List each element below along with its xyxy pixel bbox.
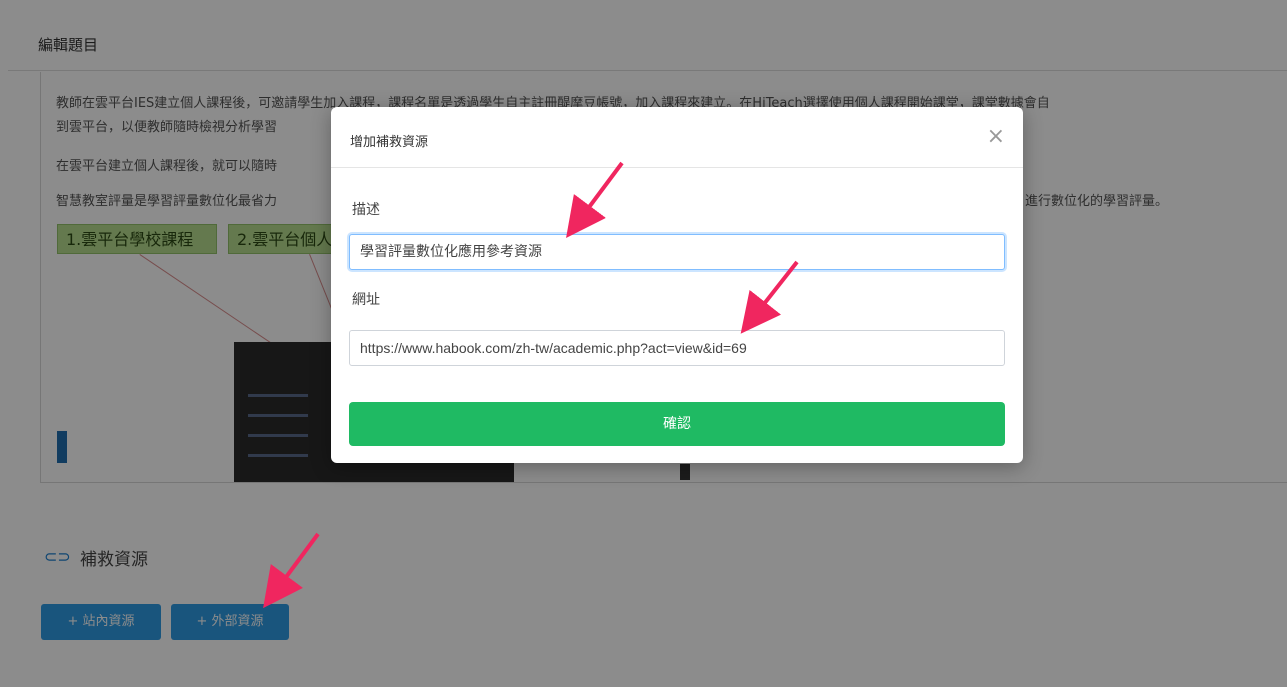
url-input[interactable]: https://www.habook.com/zh-tw/academic.ph… bbox=[349, 330, 1005, 366]
confirm-button[interactable]: 確認 bbox=[349, 402, 1005, 446]
dialog-title: 增加補救資源 bbox=[350, 135, 429, 150]
dialog-header: 增加補救資源 × bbox=[331, 107, 1023, 168]
add-remedial-resource-dialog: 增加補救資源 × 描述 學習評量數位化應用參考資源 網址 https://www… bbox=[331, 107, 1023, 463]
url-label: 網址 bbox=[352, 292, 380, 308]
close-icon[interactable]: × bbox=[987, 124, 1005, 149]
description-label: 描述 bbox=[352, 202, 380, 218]
description-input[interactable]: 學習評量數位化應用參考資源 bbox=[349, 234, 1005, 270]
